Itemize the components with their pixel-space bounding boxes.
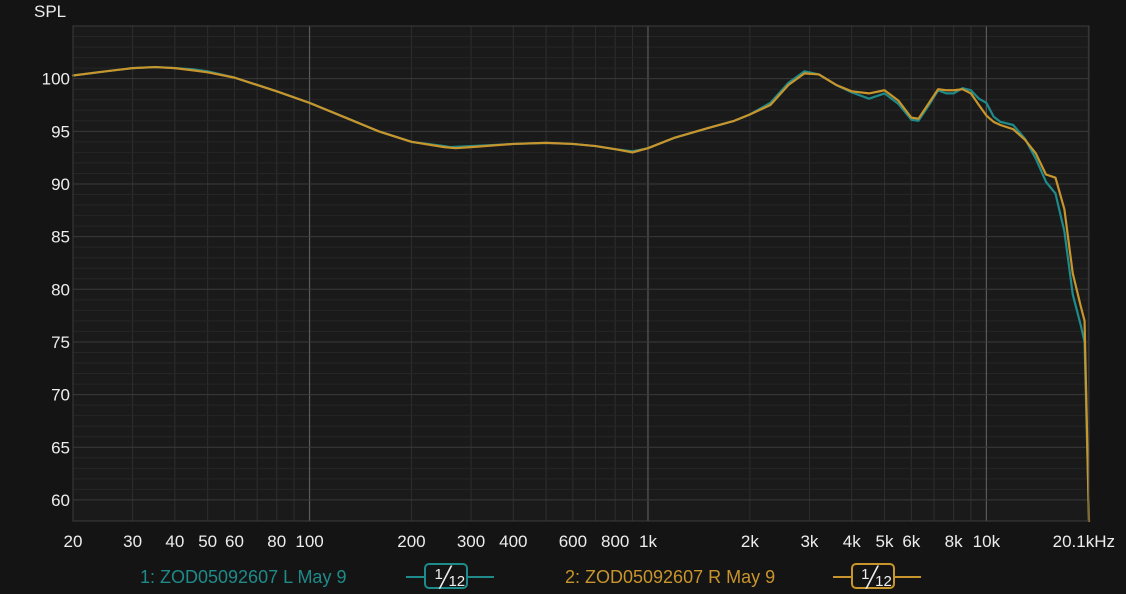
legend-label-2: 2: ZOD05092607 R May 9	[565, 566, 776, 587]
x-tick-label: 200	[397, 532, 425, 551]
x-tick-labels: 20 30 40 50 60 80 100 200 300 400 600 800 1k 2k 3k 4k 5k…	[64, 532, 1115, 551]
y-tick-labels: 60 65 70 75 80 85 90 95 100	[42, 70, 70, 510]
x-tick-label: 2k	[741, 532, 759, 551]
x-tick-label: 300	[457, 532, 485, 551]
smoothing-selector-1[interactable]: 1 ╱ 12	[406, 563, 495, 591]
x-tick-label: 600	[559, 532, 587, 551]
smoothing-selector-2[interactable]: 1 ╱ 12	[833, 563, 922, 591]
x-tick-label: 20	[64, 532, 83, 551]
legend-item-2[interactable]: 2: ZOD05092607 R May 9 1 ╱ 12	[565, 563, 922, 591]
x-tick-label: 80	[267, 532, 286, 551]
smoothing-denominator-2: 12	[875, 573, 892, 590]
x-tick-label: 10k	[973, 532, 1001, 551]
x-tick-label: 3k	[800, 532, 818, 551]
frequency-response-chart: 60 65 70 75 80 85 90 95 100 20 30 40 50 60 80 100 200 30…	[42, 25, 1115, 551]
smoothing-denominator-1: 12	[448, 573, 466, 590]
y-tick-label: 80	[51, 280, 70, 299]
y-tick-label: 75	[51, 333, 70, 352]
x-tick-label: 30	[123, 532, 142, 551]
x-tick-label: 4k	[843, 532, 861, 551]
legend-item-1[interactable]: 1: ZOD05092607 L May 9 1 ╱ 12	[140, 563, 495, 591]
y-tick-label: 85	[51, 228, 70, 247]
x-tick-label: 40	[165, 532, 184, 551]
x-tick-label: 50	[198, 532, 217, 551]
y-tick-label: 60	[51, 491, 70, 510]
x-tick-label: 1k	[639, 532, 657, 551]
x-tick-label: 5k	[876, 532, 894, 551]
y-tick-label: 100	[42, 70, 70, 89]
x-tick-label: 6k	[902, 532, 920, 551]
legend-label-1: 1: ZOD05092607 L May 9	[140, 566, 347, 587]
plot-background	[73, 26, 1089, 521]
x-tick-label: 800	[601, 532, 629, 551]
x-tick-label: 100	[295, 532, 323, 551]
x-tick-label: 400	[499, 532, 527, 551]
x-tick-label: 20.1kHz	[1053, 532, 1115, 551]
y-tick-label: 70	[51, 386, 70, 405]
x-tick-label: 60	[225, 532, 244, 551]
y-axis-label: SPL	[34, 2, 67, 21]
x-tick-label: 8k	[945, 532, 963, 551]
y-tick-label: 65	[51, 438, 70, 457]
y-tick-label: 95	[51, 122, 70, 141]
y-tick-label: 90	[51, 175, 70, 194]
